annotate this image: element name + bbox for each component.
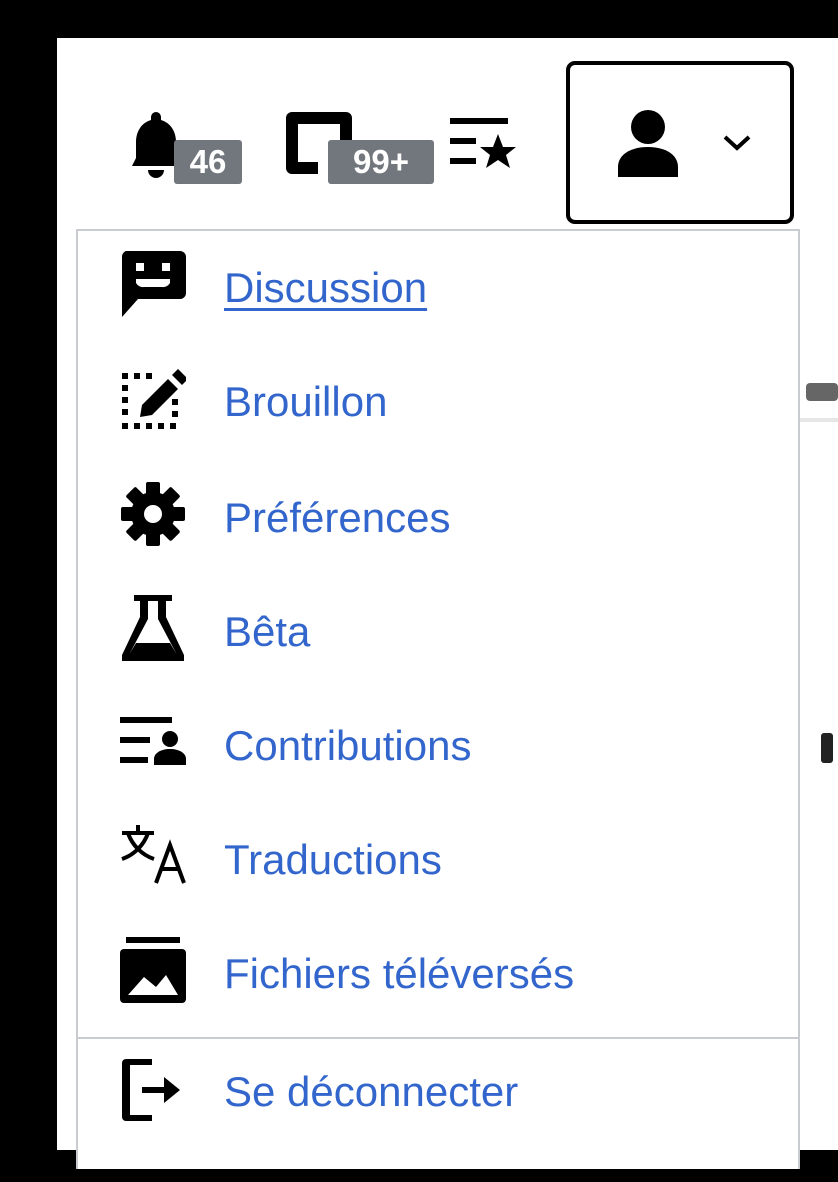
- menu-item-label: Préférences: [224, 494, 451, 541]
- menu-item-label: Brouillon: [224, 378, 388, 425]
- menu-item-discussion[interactable]: Discussion: [78, 241, 798, 341]
- user-icon: [618, 110, 678, 177]
- menu-item-logout[interactable]: Se déconnecter: [78, 1049, 798, 1149]
- background-fragment: [806, 383, 838, 401]
- speech-bubble-smile-icon: [121, 251, 186, 317]
- messages-button[interactable]: 99+: [286, 112, 436, 188]
- bell-icon: [132, 112, 180, 178]
- menu-divider: [78, 1037, 798, 1039]
- notifications-count-badge: 46: [174, 140, 242, 184]
- menu-item-label: Bêta: [224, 608, 311, 655]
- user-dropdown-menu: Discussion Brouillon Préférences Bêta Co…: [76, 229, 800, 1169]
- watchlist-star-icon: [450, 118, 516, 168]
- menu-item-label: Contributions: [224, 722, 472, 769]
- notifications-button[interactable]: 46: [132, 110, 242, 186]
- menu-item-label: Se déconnecter: [224, 1068, 519, 1115]
- draft-edit-icon: [122, 369, 186, 429]
- messages-count-badge: 99+: [328, 140, 434, 184]
- menu-item-contributions[interactable]: Contributions: [78, 699, 798, 799]
- menu-item-label: Fichiers téléversés: [224, 950, 575, 997]
- uploaded-files-icon: [120, 937, 186, 1003]
- translate-icon: [121, 825, 186, 884]
- background-fragment: [798, 418, 838, 422]
- menu-item-label: Discussion: [224, 264, 428, 311]
- menu-item-uploaded-files[interactable]: Fichiers téléversés: [78, 927, 798, 1027]
- menu-item-traductions[interactable]: Traductions: [78, 813, 798, 913]
- chevron-down-icon: [723, 135, 751, 151]
- menu-item-label: Traductions: [224, 836, 442, 883]
- watchlist-button[interactable]: [448, 114, 518, 174]
- contributions-icon: [120, 717, 186, 765]
- user-menu-button[interactable]: [566, 61, 794, 224]
- background-fragment: [821, 733, 833, 763]
- gear-icon: [121, 482, 185, 546]
- flask-icon: [122, 595, 184, 661]
- menu-item-beta[interactable]: Bêta: [78, 585, 798, 685]
- menu-item-brouillon[interactable]: Brouillon: [78, 357, 798, 457]
- logout-icon: [122, 1059, 180, 1121]
- menu-item-preferences[interactable]: Préférences: [78, 471, 798, 571]
